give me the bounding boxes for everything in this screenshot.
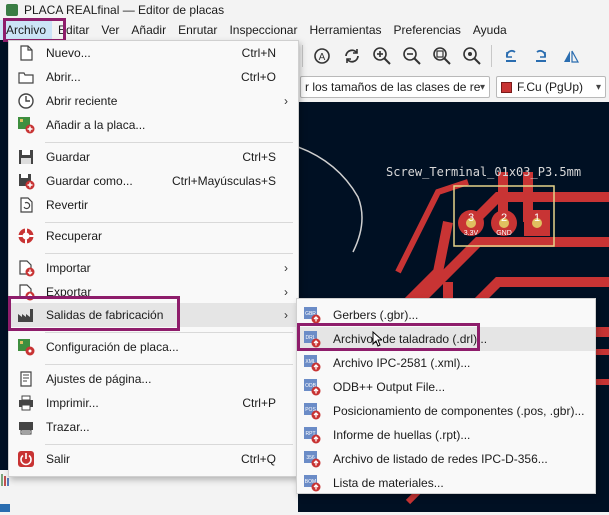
new-file-icon (17, 44, 35, 62)
menu-item-recuperar[interactable]: Recuperar (9, 224, 298, 248)
rescue-icon (17, 227, 35, 245)
menu-bar: Archivo Editar Ver Añadir Enrutar Inspec… (0, 20, 609, 40)
zoom-objects-icon[interactable] (459, 43, 485, 69)
main-toolbar: A (298, 40, 609, 72)
window-title: PLACA REALfinal — Editor de placas (24, 3, 225, 17)
board-setup-icon (17, 338, 35, 356)
footprint-reference: Screw_Terminal_01x03_P3.5mm (386, 165, 581, 179)
menu-item-trazar[interactable]: Trazar... (9, 415, 298, 439)
menu-item-imprimir[interactable]: Imprimir... Ctrl+P (9, 391, 298, 415)
redraw-icon[interactable] (339, 43, 365, 69)
svg-text:2: 2 (501, 212, 507, 224)
pad-1: 1 (524, 210, 550, 236)
layer-color-swatch (501, 81, 512, 93)
chevron-down-icon: ▾ (595, 81, 601, 93)
submenu-item-lista-materiales[interactable]: BOM Lista de materiales... (297, 471, 595, 495)
menu-item-abrir-reciente[interactable]: Abrir reciente › (9, 89, 298, 113)
submenu-item-odb[interactable]: ODB ODB++ Output File... (297, 375, 595, 399)
add-to-board-icon (17, 116, 35, 134)
find-icon[interactable]: A (309, 43, 335, 69)
rotate-ccw-icon[interactable] (498, 43, 524, 69)
zoom-fit-icon[interactable] (429, 43, 455, 69)
position-file-icon: POS (303, 402, 321, 420)
drill-highlight (297, 323, 480, 351)
board-outline (298, 146, 363, 253)
gerber-file-icon: GBR (303, 306, 321, 324)
netlist-file-icon: 356 (303, 450, 321, 468)
menu-separator (45, 444, 293, 445)
menu-separator (45, 142, 293, 143)
submenu-arrow-icon: › (284, 94, 288, 108)
menu-item-guardar-como[interactable]: Guardar como... Ctrl+Mayúsculas+S (9, 169, 298, 193)
menu-item-guardar[interactable]: Guardar Ctrl+S (9, 145, 298, 169)
menu-ayuda[interactable]: Ayuda (467, 20, 513, 40)
kicad-app-icon (6, 4, 18, 16)
svg-text:3.3V: 3.3V (464, 230, 479, 237)
pad-3: 3 3.3V (458, 210, 484, 237)
menu-item-importar[interactable]: Importar › (9, 256, 298, 280)
save-icon (17, 148, 35, 166)
track-width-value: r los tamaños de las clases de red (305, 80, 480, 94)
odb-file-icon: ODB (303, 378, 321, 396)
bom-file-icon: BOM (303, 474, 321, 492)
exit-icon (17, 450, 35, 468)
toolbar-separator (491, 45, 492, 67)
secondary-toolbar: r los tamaños de las clases de red ▾ F.C… (298, 72, 609, 102)
title-bar: PLACA REALfinal — Editor de placas (0, 0, 609, 20)
page-settings-icon (17, 370, 35, 388)
svg-text:1: 1 (534, 212, 540, 224)
submenu-item-posicionamiento[interactable]: POS Posicionamiento de componentes (.pos… (297, 399, 595, 423)
pad-2: 2 GND (491, 210, 517, 237)
plot-icon (17, 418, 35, 436)
print-icon (17, 394, 35, 412)
ipc2581-file-icon: XML (303, 354, 321, 372)
svg-text:GND: GND (496, 230, 512, 237)
zoom-out-icon[interactable] (399, 43, 425, 69)
submenu-item-ipc-d-356[interactable]: 356 Archivo de listado de redes IPC-D-35… (297, 447, 595, 471)
submenu-arrow-icon: › (284, 285, 288, 299)
menu-item-ajustes-pagina[interactable]: Ajustes de página... (9, 367, 298, 391)
revert-icon (17, 196, 35, 214)
clock-icon (17, 92, 35, 110)
submenu-arrow-icon: › (284, 261, 288, 275)
save-as-icon (17, 172, 35, 190)
svg-text:3: 3 (468, 212, 474, 224)
folder-open-icon (17, 68, 35, 86)
menu-item-salir[interactable]: Salir Ctrl+Q (9, 447, 298, 471)
mirror-icon[interactable] (558, 43, 584, 69)
menu-anadir[interactable]: Añadir (125, 20, 172, 40)
zoom-in-icon[interactable] (369, 43, 395, 69)
layer-select[interactable]: F.Cu (PgUp) ▾ (496, 76, 606, 98)
menu-separator (45, 222, 293, 223)
menu-item-nuevo[interactable]: Nuevo... Ctrl+N (9, 41, 298, 65)
menu-herramientas[interactable]: Herramientas (303, 20, 387, 40)
menu-item-configuracion-placa[interactable]: Configuración de placa... (9, 335, 298, 359)
track-width-select[interactable]: r los tamaños de las clases de red ▾ (300, 76, 490, 98)
menu-item-abrir[interactable]: Abrir... Ctrl+O (9, 65, 298, 89)
toolbar-separator (302, 45, 303, 67)
menu-ver[interactable]: Ver (95, 20, 125, 40)
rotate-cw-icon[interactable] (528, 43, 554, 69)
menu-item-anadir-placa[interactable]: Añadir a la placa... (9, 113, 298, 137)
import-icon (17, 259, 35, 277)
submenu-arrow-icon: › (284, 308, 288, 322)
report-file-icon: RPT (303, 426, 321, 444)
menu-inspeccionar[interactable]: Inspeccionar (223, 20, 303, 40)
archivo-menu: Nuevo... Ctrl+N Abrir... Ctrl+O Abrir re… (8, 40, 299, 477)
salidas-highlight (8, 296, 180, 331)
layer-value: F.Cu (PgUp) (517, 80, 584, 94)
chevron-down-icon: ▾ (479, 81, 485, 93)
submenu-item-informe-huellas[interactable]: RPT Informe de huellas (.rpt)... (297, 423, 595, 447)
submenu-item-ipc2581[interactable]: XML Archivo IPC-2581 (.xml)... (297, 351, 595, 375)
menu-separator (45, 253, 293, 254)
menu-item-revertir[interactable]: Revertir (9, 193, 298, 217)
archivo-highlight (3, 18, 66, 42)
menu-separator (45, 332, 293, 333)
menu-preferencias[interactable]: Preferencias (388, 20, 467, 40)
menu-separator (45, 364, 293, 365)
svg-text:A: A (319, 52, 326, 63)
menu-enrutar[interactable]: Enrutar (172, 20, 223, 40)
